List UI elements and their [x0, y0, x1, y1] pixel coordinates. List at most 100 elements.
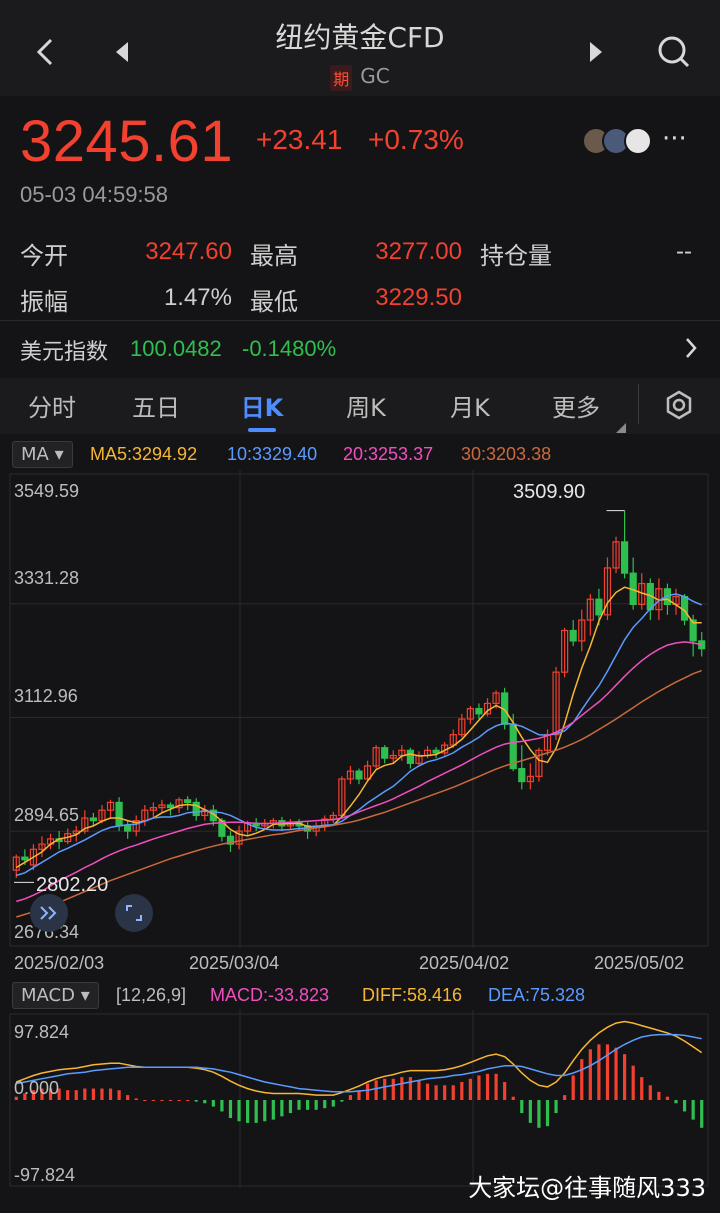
macd-bar [220, 1100, 224, 1112]
macd-bar [537, 1100, 541, 1128]
legend-macd: MACD:-33.823 [210, 985, 330, 1005]
candle-body [124, 825, 132, 832]
quote-timestamp: 05-03 04:59:58 [20, 182, 169, 207]
candle-body [595, 598, 603, 616]
legend-dea: DEA:75.328 [488, 985, 586, 1005]
macd-bar [605, 1044, 610, 1100]
macd-bar [682, 1100, 687, 1112]
macd-bar [340, 1100, 344, 1102]
sub-indicator-selector[interactable]: MACD ▾ [12, 982, 99, 1009]
avatar[interactable] [624, 127, 652, 155]
macd-bar [588, 1049, 592, 1100]
legend-diff: DIFF:58.416 [362, 985, 463, 1005]
macd-bar [365, 1083, 370, 1100]
fullscreen-icon[interactable] [115, 894, 153, 932]
candle-body [166, 804, 175, 809]
amplitude-label: 振幅 [20, 288, 68, 316]
open-interest-label: 持仓量 [480, 242, 552, 270]
tab-divider [638, 384, 639, 424]
macd-bar [580, 1059, 584, 1100]
last-price: 3245.61 [20, 109, 234, 174]
related-index-label: 美元指数 [20, 340, 109, 365]
macd-bar [443, 1085, 447, 1100]
sub-indicator-name: MACD [21, 985, 75, 1006]
max-price-marker: 3509.90 [513, 481, 586, 503]
x-tick-label: 2025/02/03 [14, 953, 105, 973]
candle-body [621, 541, 629, 574]
main-indicator-selector[interactable]: MA ▾ [12, 441, 73, 468]
macd-bar [263, 1100, 267, 1122]
macd-bar [451, 1085, 455, 1100]
legend-ma5: MA5:3294.92 [90, 444, 198, 464]
macd-bar [571, 1075, 575, 1100]
chevron-right-icon[interactable] [684, 336, 698, 364]
open-value: 3247.60 [145, 238, 232, 265]
collapse-icon[interactable] [30, 894, 68, 932]
legend-ma20: 20:3253.37 [343, 444, 434, 464]
macd-y-tick: 0.000 [14, 1078, 60, 1098]
x-tick-label: 2025/03/04 [189, 953, 280, 973]
macd-bar [331, 1100, 335, 1107]
macd-bar [417, 1080, 421, 1100]
macd-y-tick: 97.824 [14, 1022, 70, 1042]
tab-monthly-k[interactable]: 月K [425, 388, 515, 423]
macd-bar [108, 1088, 113, 1100]
high-label: 最高 [250, 242, 298, 270]
macd-bar [674, 1100, 678, 1104]
macd-bar [177, 1100, 181, 1101]
macd-bar [485, 1073, 490, 1100]
tab-more[interactable]: 更多 [531, 388, 621, 423]
macd-bar [143, 1100, 147, 1101]
watermark: 大家坛@往事随风333 [468, 1174, 706, 1202]
macd-chart[interactable] [0, 1010, 720, 1190]
price-change-percent: +0.73% [368, 124, 464, 155]
macd-bar [528, 1100, 532, 1123]
legend-ma30: 30:3203.38 [461, 444, 552, 464]
candle-body [381, 747, 389, 759]
more-icon[interactable]: ··· [662, 124, 687, 154]
next-icon[interactable] [572, 28, 620, 76]
macd-bar [288, 1100, 293, 1114]
macd-bar [494, 1073, 498, 1100]
macd-y-tick: -97.824 [14, 1165, 76, 1185]
x-tick-label: 2025/05/02 [594, 953, 685, 973]
y-tick-label: 3331.28 [14, 568, 80, 588]
candle-body [406, 749, 415, 764]
macd-bar [228, 1100, 233, 1118]
macd-bar [117, 1090, 121, 1100]
candle-body [355, 770, 363, 780]
macd-bar [314, 1100, 318, 1110]
candle-body [518, 767, 526, 783]
macd-bar [151, 1100, 155, 1101]
settings-icon[interactable] [664, 390, 694, 424]
open-label: 今开 [20, 242, 68, 270]
macd-bar [657, 1091, 661, 1100]
macd-bar [134, 1098, 138, 1100]
low-label: 最低 [250, 288, 298, 316]
macd-bar [83, 1088, 87, 1100]
macd-bar [280, 1100, 284, 1117]
candle-body [89, 817, 97, 822]
candle-body [184, 799, 192, 804]
macd-bar [305, 1100, 310, 1110]
macd-params: [12,26,9] [116, 985, 187, 1005]
macd-bar [254, 1100, 258, 1123]
candle-body [115, 801, 123, 827]
amplitude-value: 1.47% [163, 284, 232, 311]
macd-bar [160, 1100, 164, 1101]
macd-bar [614, 1047, 618, 1100]
tab-intraday[interactable]: 分时 [7, 388, 97, 423]
macd-bar [91, 1088, 95, 1100]
price-change: +23.41 [256, 124, 343, 155]
macd-bar [597, 1044, 601, 1100]
search-icon[interactable] [650, 28, 698, 76]
futures-badge: 期 [330, 64, 353, 91]
macd-bar [271, 1100, 275, 1120]
macd-bar [477, 1075, 481, 1100]
tab-five-day[interactable]: 五日 [111, 388, 201, 423]
macd-bar [434, 1085, 438, 1100]
candle-body [475, 708, 483, 715]
tab-daily-k[interactable]: 日K [217, 388, 307, 423]
macd-bar [100, 1088, 104, 1100]
tab-weekly-k[interactable]: 周K [321, 388, 411, 423]
